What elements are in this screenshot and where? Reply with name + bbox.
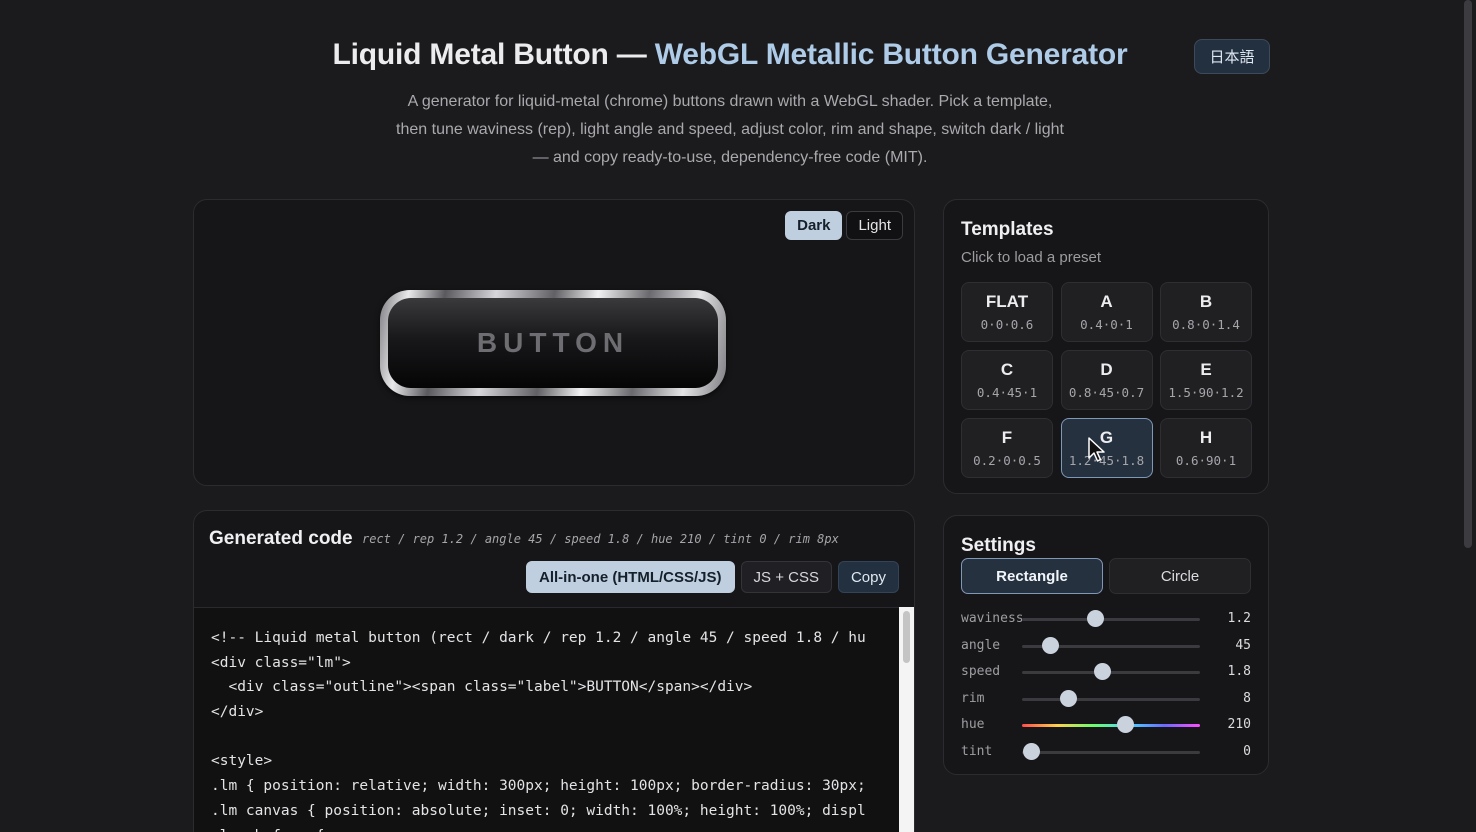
slider-rim: rim 8 (961, 689, 1251, 709)
template-name: FLAT (985, 292, 1029, 311)
code-meta: rect / rep 1.2 / angle 45 / speed 1.8 / … (362, 532, 839, 546)
settings-panel: Settings Rectangle Circle waviness 1.2 ang… (943, 515, 1269, 775)
slider-angle: angle 45 (961, 636, 1251, 656)
slider-label: speed (961, 664, 1001, 679)
slider-label: waviness (961, 611, 1024, 626)
slider-thumb[interactable] (1022, 742, 1040, 760)
template-name: C (1000, 360, 1014, 379)
page-scrollbar[interactable] (1464, 0, 1472, 548)
slider-tint: tint 0 (961, 742, 1251, 762)
slider-value: 1.8 (1227, 664, 1251, 679)
template-card-f[interactable]: F 0.2·0·0.5 (961, 418, 1053, 478)
mouse-pointer-icon (1088, 437, 1105, 462)
slider-hue: hue 210 (961, 715, 1251, 735)
metal-button-face: BUTTON (388, 298, 718, 388)
code-line: <div class="lm"> (211, 654, 351, 671)
slider-track[interactable] (1022, 750, 1200, 754)
slider-track[interactable] (1022, 618, 1200, 621)
slider-track[interactable] (1022, 697, 1200, 701)
shape-toggle: Rectangle Circle (961, 558, 1251, 594)
template-params: 0·0·0.6 (980, 317, 1034, 332)
slider-thumb[interactable] (1060, 689, 1078, 707)
template-params: 1.5·90·1.2 (1168, 385, 1244, 400)
template-name: F (1001, 428, 1013, 447)
theme-dark-button[interactable]: Dark (785, 211, 843, 240)
slider-waviness: waviness 1.2 (961, 609, 1251, 629)
shape-rectangle-button[interactable]: Rectangle (961, 558, 1103, 594)
slider-value: 45 (1235, 637, 1251, 653)
slider-value: 8 (1243, 690, 1251, 706)
slider-value: 1.2 (1227, 611, 1251, 626)
page-description: A generator for liquid-metal (chrome) bu… (396, 93, 1064, 166)
code-line: </div> (211, 704, 264, 721)
code-line: <div class="outline"><span class="label"… (211, 679, 753, 696)
code-panel: Generated code rect / rep 1.2 / angle 45… (193, 510, 915, 832)
template-params: 0.8·45·0.7 (1068, 385, 1145, 400)
slider-label: rim (961, 690, 985, 706)
template-params: 0.4·0·1 (1080, 317, 1133, 332)
template-name: D (1100, 360, 1113, 379)
slider-label: angle (961, 637, 1001, 653)
template-name: E (1200, 360, 1212, 379)
shape-circle-button[interactable]: Circle (1109, 558, 1251, 594)
code-editor[interactable]: <!-- Liquid metal button (rect / dark / … (194, 607, 914, 832)
template-name: B (1199, 292, 1213, 311)
template-name: H (1199, 428, 1213, 447)
tab-all-in-one[interactable]: All-in-one (HTML/CSS/JS) (526, 561, 735, 593)
title-accent: WebGL Metallic Button Generator (654, 38, 1128, 71)
settings-title: Settings (961, 535, 1036, 556)
template-card-flat[interactable]: FLAT 0·0·0.6 (961, 282, 1053, 342)
slider-label: tint (961, 743, 993, 759)
templates-subtitle: Click to load a preset (961, 249, 1102, 266)
code-line: .lm { position: relative; width: 300px; … (211, 778, 866, 795)
template-card-a[interactable]: A 0.4·0·1 (1060, 282, 1153, 342)
tab-js-css[interactable]: JS + CSS (740, 561, 832, 593)
code-line: .lm canvas { position: absolute; inset: … (211, 802, 866, 819)
code-title: Generated code (209, 528, 353, 549)
templates-title: Templates (961, 219, 1054, 240)
slider-track[interactable] (1022, 724, 1200, 727)
slider-value: 210 (1227, 717, 1251, 732)
slider-thumb[interactable] (1117, 716, 1135, 733)
metal-button-label: BUTTON (476, 327, 630, 358)
theme-toggle: Dark Light (785, 211, 903, 240)
language-button[interactable]: 日本語 (1194, 39, 1270, 74)
metal-button-preview[interactable]: BUTTON (380, 290, 726, 396)
code-line: <!-- Liquid metal button (rect / dark / … (211, 630, 866, 646)
code-line: .lm::before { (211, 824, 901, 832)
slider-value: 0 (1243, 743, 1251, 759)
code-line: <style> (211, 753, 273, 770)
template-params: 0.2·0·0.5 (973, 453, 1041, 468)
template-name: A (1100, 292, 1113, 311)
template-params: 0.8·0·1.4 (1172, 317, 1240, 332)
template-params: 0.6·90·1 (1175, 453, 1237, 468)
template-params: 0.4·45·1 (976, 385, 1038, 400)
copy-button[interactable]: Copy (837, 561, 899, 593)
template-card-b[interactable]: B 0.8·0·1.4 (1160, 282, 1252, 342)
code-scrollbar-thumb[interactable] (903, 611, 910, 663)
template-card-d[interactable]: D 0.8·45·0.7 (1060, 350, 1153, 410)
slider-thumb[interactable] (1094, 663, 1112, 680)
slider-thumb[interactable] (1086, 610, 1104, 627)
slider-thumb[interactable] (1042, 636, 1060, 654)
slider-speed: speed 1.8 (961, 662, 1251, 682)
template-card-h[interactable]: H 0.6·90·1 (1160, 418, 1252, 478)
template-card-c[interactable]: C 0.4·45·1 (961, 350, 1053, 410)
slider-label: hue (961, 717, 985, 732)
code-scrollbar[interactable] (899, 607, 914, 832)
theme-light-button[interactable]: Light (846, 211, 903, 240)
code-lines: <!-- Liquid metal button (rect / dark / … (211, 626, 901, 832)
title-main: Liquid Metal Button — (332, 38, 655, 71)
code-actions: All-in-one (HTML/CSS/JS) JS + CSS Copy (526, 561, 899, 593)
template-card-e[interactable]: E 1.5·90·1.2 (1160, 350, 1252, 410)
preview-panel: Dark Light BUTTON (193, 199, 915, 486)
